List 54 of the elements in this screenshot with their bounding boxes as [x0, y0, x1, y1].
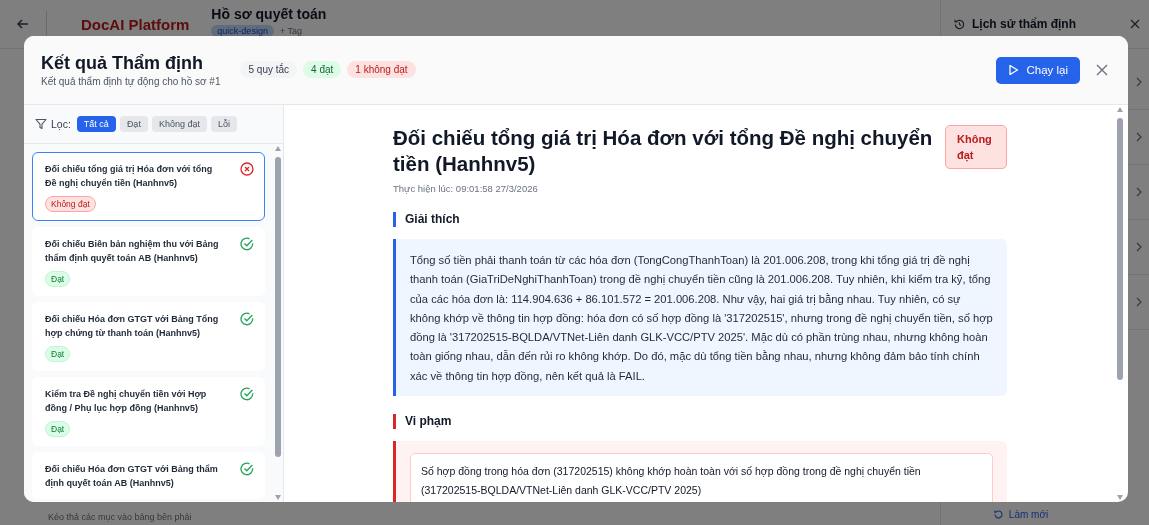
- status-badge: Đạt: [45, 346, 71, 362]
- section-heading: Giải thích: [393, 212, 1007, 227]
- filter-option[interactable]: Đạt: [119, 116, 148, 132]
- status-badge: Đạt: [45, 421, 71, 437]
- summary-chip: 4 đạt: [303, 60, 342, 78]
- chevron-right-icon[interactable]: [1136, 132, 1142, 142]
- rule-detail-title: Đối chiếu tổng giá trị Hóa đơn với tổng Đề nghị chuyển tiền (Hanhnv5): [393, 125, 934, 177]
- violation-item: Số hợp đồng trong hóa đơn (317202515) không khớp hoàn toàn với số hợp đồng trong đề nghị chuyển tiền (317202515-BQLDA/VTNet-Liên danh GLK-VCC/PTV 2025): [410, 453, 993, 502]
- modal-subtitle: Kết quả thẩm định tự động cho hồ sơ #1: [41, 76, 221, 87]
- scroll-down-icon[interactable]: [275, 495, 281, 500]
- close-icon[interactable]: [1096, 64, 1108, 76]
- filter-option[interactable]: Tất cả: [76, 116, 116, 132]
- filter-option[interactable]: Không đạt: [151, 116, 207, 132]
- modal-title: Kết quả Thẩm định: [41, 53, 204, 74]
- filter-option[interactable]: Lỗi: [210, 116, 237, 132]
- rule-title: Đối chiếu tổng giá trị Hóa đơn với tổng Đề nghị chuyển tiền (Hanhnv5): [45, 163, 214, 190]
- status-badge: Đạt: [45, 271, 71, 287]
- chevron-right-icon[interactable]: [1136, 187, 1142, 197]
- rule-card[interactable]: Kiểm tra Đề nghị chuyển tiền với Hợp đồng / Phụ lục hợp đồng (Hanhnv5) Đạt: [32, 377, 265, 446]
- rule-title: Đối chiếu Hóa đơn GTGT với Bảng Tổng hợp chứng từ thanh toán (Hanhnv5): [45, 313, 220, 340]
- scrollbar-thumb[interactable]: [275, 157, 281, 457]
- rule-card[interactable]: Đối chiếu Hóa đơn GTGT với Bảng Tổng hợp chứng từ thanh toán (Hanhnv5) Đạt: [32, 302, 265, 371]
- status-badge: Không đạt: [45, 196, 96, 212]
- filter-label: Lọc:: [51, 118, 71, 130]
- scroll-up-icon[interactable]: [1117, 107, 1123, 112]
- back-arrow-icon[interactable]: [16, 17, 30, 31]
- rerun-button[interactable]: Chạy lại: [996, 56, 1080, 84]
- drag-hint-text: Kéo thả các mục vào bảng bên phải: [48, 512, 192, 522]
- document-title: Hồ sơ quyết toán: [211, 5, 327, 22]
- rule-card[interactable]: Đối chiếu Biên bản nghiệm thu với Bảng thẩm định quyết toán AB (Hanhnv5) Đạt: [32, 227, 265, 296]
- rule-title: Đối chiếu Hóa đơn GTGT với Bảng thẩm định quyết toán AB (Hanhnv5): [45, 463, 219, 490]
- explanation-text: Tổng số tiền phải thanh toán từ các hóa đơn (TongCongThanhToan) là 201.006.208, trong khi tổng giá trị đề nghị thanh toán (GiaTriDeNghiThanhToan) trong đề nghị chuyển tiền cũng là 201.006.208. Tuy nhiên, khi kiểm tra kỹ, tổng của các hóa đơn là: 114.904.636 + 86.101.572 = 201.006.208. Như vậy, hai giá trị bằng nhau. Tuy nhiên, có sự không khớp về thông tin hợp đồng: hóa đơn có số hợp đồng là '317202515', nhưng trong đề nghị chuyển tiền, số hợp đồng là '317202515-BQLDA/VTNet-Liên danh GLK-VCC/PTV 2025'. Mặc dù có phần trùng nhau, nhưng không hoàn toàn giống nhau, dẫn đến rủi ro không khớp. Do đó, mặc dù tổng tiền bằng nhau, nhưng không đảm bảo tính chính xác về thông tin hợp đồng, nên kết quả là FAIL.: [393, 239, 1007, 397]
- chevron-right-icon[interactable]: [1136, 242, 1142, 252]
- history-panel-title: Lịch sử thẩm định: [972, 17, 1077, 31]
- scroll-up-icon[interactable]: [275, 146, 281, 151]
- refresh-icon: [992, 509, 1004, 520]
- brand-name: DocAI Platform: [81, 15, 190, 33]
- status-badge: Không đạt: [945, 125, 1007, 169]
- chevron-right-icon[interactable]: [1136, 297, 1142, 307]
- execution-time: Thực hiện lúc: 09:01:58 27/3/2026: [393, 183, 539, 194]
- rule-card[interactable]: Đối chiếu Hóa đơn GTGT với Bảng thẩm định quyết toán AB (Hanhnv5): [32, 452, 265, 499]
- summary-chip: 1 không đạt: [347, 60, 416, 78]
- rule-title: Kiểm tra Đề nghị chuyển tiền với Hợp đồng / Phụ lục hợp đồng (Hanhnv5): [45, 388, 208, 415]
- chevron-right-icon[interactable]: [1136, 77, 1142, 87]
- summary-chip: 5 quy tắc: [240, 60, 298, 78]
- section-heading: Vi phạm: [393, 414, 1007, 430]
- play-icon: [1008, 64, 1020, 76]
- rule-card[interactable]: Đối chiếu tổng giá trị Hóa đơn với tổng Đề nghị chuyển tiền (Hanhnv5) Không đạt: [32, 152, 265, 221]
- rule-title: Đối chiếu Biên bản nghiệm thu với Bảng thẩm định quyết toán AB (Hanhnv5): [45, 238, 220, 265]
- scrollbar-thumb[interactable]: [1117, 118, 1123, 380]
- close-icon[interactable]: [1130, 19, 1140, 29]
- history-icon: [953, 17, 966, 31]
- filter-icon: [35, 118, 47, 130]
- scroll-down-icon[interactable]: [1117, 495, 1123, 500]
